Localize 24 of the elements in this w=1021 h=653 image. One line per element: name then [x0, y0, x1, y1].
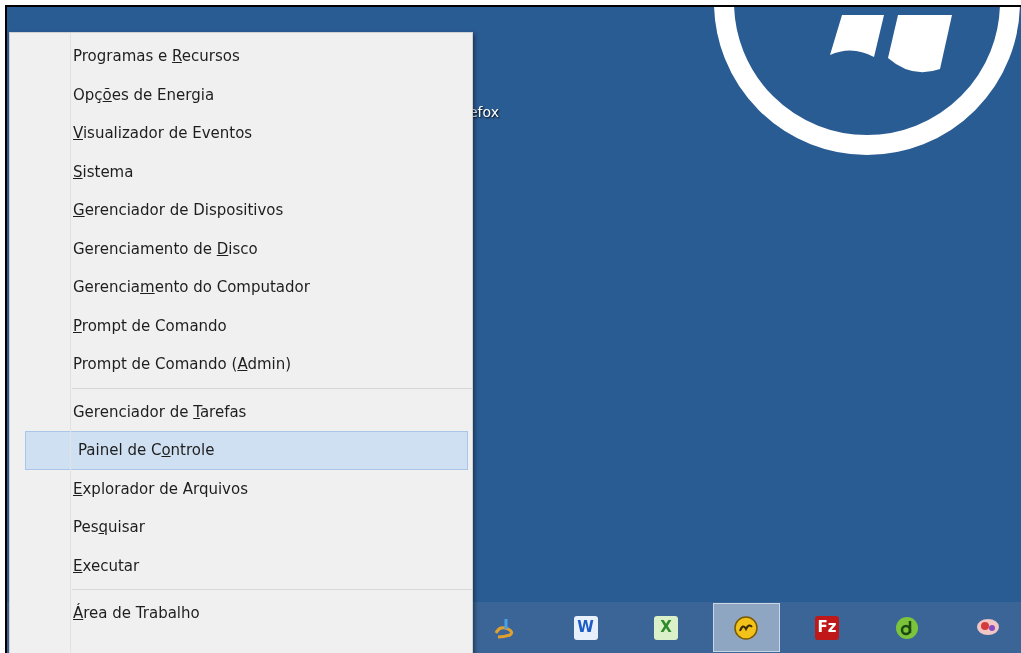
menu-item[interactable]: Programas e Recursos: [10, 37, 472, 76]
letter-tile-icon: W: [573, 615, 598, 640]
disc-icon: [733, 614, 760, 641]
taskbar-button[interactable]: X: [632, 603, 700, 652]
menu-item[interactable]: Opções de Energia: [10, 75, 472, 114]
letter-tile-icon: Fz: [814, 615, 839, 640]
menu-item[interactable]: Sistema: [10, 152, 472, 191]
menu-item[interactable]: Gerenciamento do Computador: [10, 268, 472, 307]
menu-item[interactable]: Gerenciador de Dispositivos: [10, 191, 472, 230]
taskbar-button[interactable]: Fz: [793, 603, 861, 652]
menu-item[interactable]: Área de Trabalho: [67, 594, 472, 633]
menu-item[interactable]: Explorador de Arquivos: [67, 469, 472, 508]
letter-tile-icon: X: [654, 615, 679, 640]
menu-item[interactable]: Visualizador de Eventos: [10, 114, 472, 153]
ring-icon: [894, 614, 921, 641]
taskbar-button[interactable]: [713, 603, 780, 652]
menu-item[interactable]: Executar: [67, 546, 472, 585]
menu-item[interactable]: Prompt de Comando: [10, 306, 472, 345]
menu-item[interactable]: Painel de Controle: [25, 431, 468, 470]
menu-item[interactable]: Gerenciamento de Disco: [10, 229, 472, 268]
taskbar-button[interactable]: W: [552, 603, 619, 652]
menu-item[interactable]: Gerenciador de Tarefas: [67, 392, 472, 431]
menu-item[interactable]: Pesquisar: [67, 508, 472, 547]
menu-item[interactable]: Prompt de Comando (Admin): [10, 345, 472, 384]
